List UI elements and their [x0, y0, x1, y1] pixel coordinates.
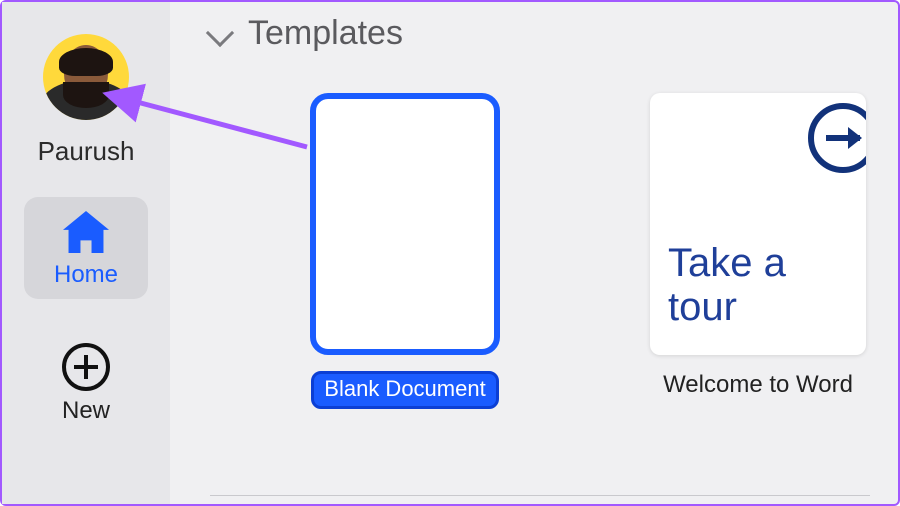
chevron-down-icon [206, 18, 234, 46]
template-welcome-to-word[interactable]: Take a tour Welcome to Word [650, 93, 866, 399]
nav-new-label: New [62, 397, 110, 425]
app-window: Paurush Home New Templates Blank Documen… [0, 0, 900, 506]
tour-preview-text: Take a tour [668, 241, 848, 329]
arrow-right-circle-icon [808, 103, 866, 173]
nav-new[interactable]: New [24, 329, 148, 435]
template-blank-document[interactable]: Blank Document [310, 93, 500, 409]
sidebar: Paurush Home New [2, 2, 170, 504]
welcome-thumbnail: Take a tour [650, 93, 866, 355]
home-icon [63, 211, 109, 253]
template-label: Welcome to Word [663, 371, 853, 399]
user-name-label: Paurush [38, 136, 135, 167]
templates-section-header[interactable]: Templates [170, 14, 898, 53]
blank-document-thumbnail [310, 93, 500, 355]
nav-home[interactable]: Home [24, 197, 148, 299]
template-label-selected: Blank Document [311, 371, 498, 409]
plus-circle-icon [62, 343, 110, 391]
templates-row: Blank Document Take a tour Welcome to Wo… [170, 93, 898, 409]
user-avatar[interactable] [43, 34, 129, 120]
divider [210, 495, 870, 496]
main-area: Templates Blank Document Take a tour Wel… [170, 2, 898, 504]
nav-home-label: Home [54, 261, 118, 289]
section-title: Templates [248, 14, 403, 53]
